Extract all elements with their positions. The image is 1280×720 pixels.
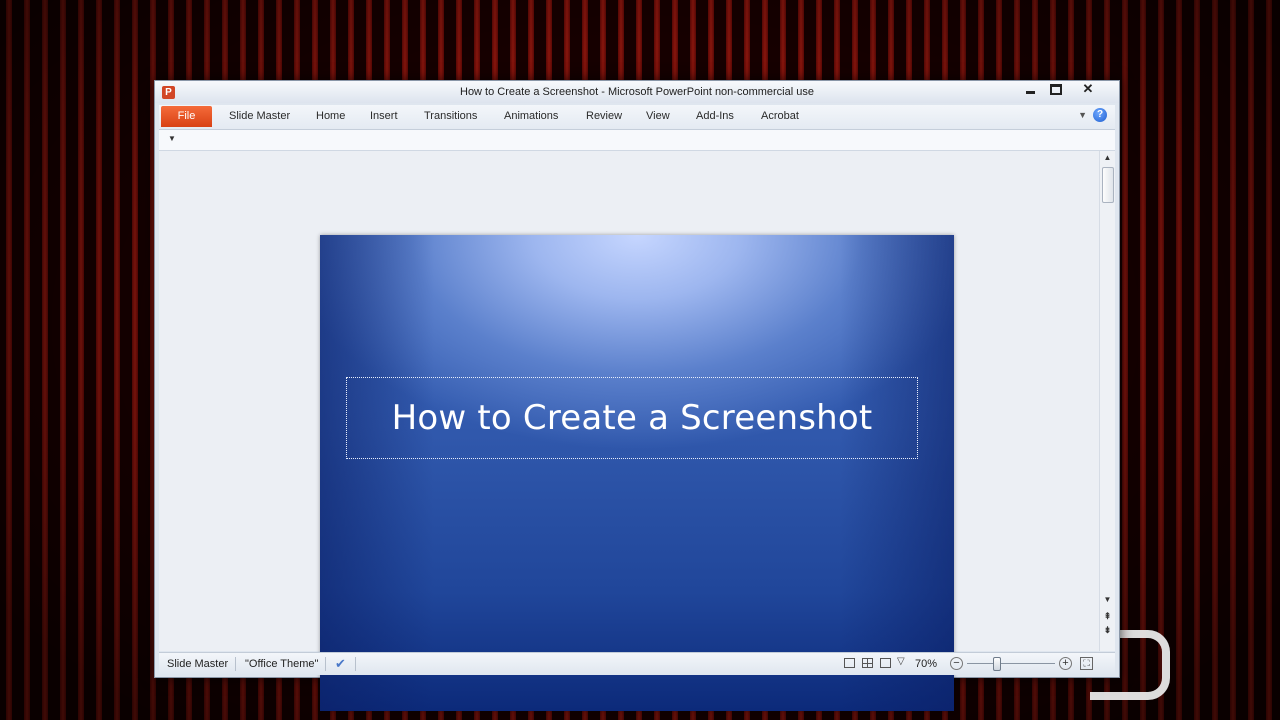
- scroll-up-icon[interactable]: ▲: [1100, 153, 1115, 162]
- zoom-out-icon[interactable]: −: [950, 657, 963, 670]
- tab-view[interactable]: View: [646, 110, 670, 122]
- scroll-down-icon[interactable]: ▼: [1100, 595, 1115, 604]
- tab-acrobat[interactable]: Acrobat: [761, 110, 799, 122]
- window-title: How to Create a Screenshot - Microsoft P…: [460, 86, 814, 98]
- status-bar: Slide Master "Office Theme" ✔ ▽ 70% − + …: [159, 652, 1115, 675]
- title-placeholder[interactable]: How to Create a Screenshot: [346, 377, 918, 459]
- vertical-scrollbar[interactable]: ▲ ▼ ⇞ ⇟: [1099, 151, 1115, 651]
- minimize-icon: [1025, 91, 1035, 94]
- slide-show-icon[interactable]: ▽: [897, 656, 908, 667]
- scroll-thumb[interactable]: [1102, 167, 1114, 203]
- zoom-level[interactable]: 70%: [915, 658, 937, 670]
- ribbon-minimize-chevron-icon[interactable]: ▼: [1078, 110, 1087, 120]
- tab-home[interactable]: Home: [316, 110, 345, 122]
- next-slide-icon[interactable]: ⇟: [1100, 625, 1115, 636]
- slide-canvas[interactable]: How to Create a Screenshot: [320, 235, 954, 711]
- status-view-name: Slide Master: [167, 658, 229, 670]
- tab-transitions[interactable]: Transitions: [424, 110, 477, 122]
- slide-workspace[interactable]: How to Create a Screenshot: [159, 151, 1100, 711]
- maximize-icon: [1050, 84, 1062, 95]
- help-icon[interactable]: ?: [1093, 108, 1107, 122]
- minimize-button[interactable]: [1017, 81, 1043, 99]
- reading-view-icon[interactable]: [880, 658, 891, 668]
- tab-file[interactable]: File: [161, 106, 212, 127]
- spell-check-icon[interactable]: ✔: [335, 656, 346, 672]
- tab-slide-master[interactable]: Slide Master: [229, 110, 290, 122]
- previous-slide-icon[interactable]: ⇞: [1100, 611, 1115, 622]
- title-bar[interactable]: P How to Create a Screenshot - Microsoft…: [155, 81, 1119, 103]
- slide-sorter-view-icon[interactable]: [862, 658, 873, 668]
- maximize-button[interactable]: [1043, 81, 1069, 99]
- close-icon: ✕: [1082, 81, 1094, 96]
- slide-title: How to Create a Screenshot: [391, 398, 873, 438]
- zoom-in-icon[interactable]: +: [1059, 657, 1072, 670]
- zoom-slider-thumb[interactable]: [993, 657, 1001, 671]
- tab-add-ins[interactable]: Add-Ins: [696, 110, 734, 122]
- fit-slide-icon[interactable]: ⛶: [1080, 657, 1093, 670]
- powerpoint-window: P How to Create a Screenshot - Microsoft…: [154, 80, 1120, 711]
- zoom-slider-track[interactable]: [967, 663, 1055, 664]
- status-separator: [355, 657, 356, 671]
- status-separator: [325, 657, 326, 671]
- tab-insert[interactable]: Insert: [370, 110, 398, 122]
- tab-review[interactable]: Review: [586, 110, 622, 122]
- qat-customize-icon[interactable]: ▼: [168, 134, 176, 143]
- status-theme[interactable]: "Office Theme": [245, 658, 318, 670]
- ribbon-tabs: File Slide Master Home Insert Transition…: [159, 105, 1115, 130]
- tab-animations[interactable]: Animations: [504, 110, 558, 122]
- close-button[interactable]: ✕: [1071, 81, 1105, 99]
- status-separator: [235, 657, 236, 671]
- quick-access-toolbar: ▼: [159, 130, 1115, 151]
- normal-view-icon[interactable]: [844, 658, 855, 668]
